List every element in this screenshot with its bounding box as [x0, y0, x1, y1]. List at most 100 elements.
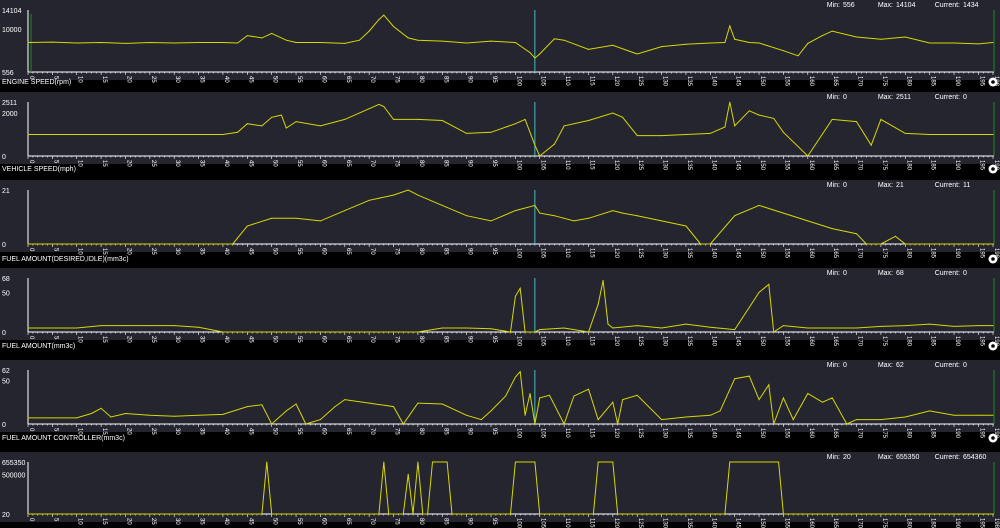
data-point [709, 132, 711, 134]
x-tick-label: 180 [905, 248, 911, 259]
x-tick-label: 55 [296, 160, 302, 167]
gear-icon[interactable] [988, 77, 998, 87]
data-point [271, 331, 273, 333]
y-tick-label: 556 [2, 70, 14, 77]
data-point [622, 116, 624, 118]
data-point [505, 395, 507, 397]
gear-icon[interactable] [988, 164, 998, 174]
data-point [417, 402, 419, 404]
x-tick-label: 20 [125, 160, 131, 167]
data-point [734, 461, 736, 463]
data-point [237, 131, 239, 133]
data-point [280, 114, 282, 116]
data-point [412, 513, 414, 515]
data-point [807, 42, 809, 44]
data-point [490, 220, 492, 222]
x-tick-label: 198 [993, 518, 999, 528]
data-point [992, 243, 994, 245]
y-tick-label: 2511 [2, 100, 17, 107]
data-point [514, 210, 516, 212]
x-tick-label: 30 [174, 160, 180, 167]
data-point [232, 331, 234, 333]
x-tick-label: 95 [491, 428, 497, 435]
x-tick-label: 20 [125, 76, 131, 83]
x-tick-label: 160 [808, 76, 814, 87]
data-point [173, 513, 175, 515]
data-point [792, 419, 794, 421]
x-tick-label: 145 [735, 76, 741, 87]
x-tick-label: 165 [832, 518, 838, 528]
data-point [929, 323, 931, 325]
data-point [929, 243, 931, 245]
x-tick-label: 105 [540, 428, 546, 439]
x-tick-label: 50 [272, 428, 278, 435]
data-point [149, 42, 151, 43]
x-tick-label: 135 [686, 518, 692, 528]
x-tick-label: 95 [491, 336, 497, 343]
x-tick-label: 60 [320, 248, 326, 255]
x-tick-label: 95 [491, 248, 497, 255]
data-point [563, 125, 565, 127]
data-point [173, 415, 175, 417]
data-point [519, 461, 521, 463]
y-tick-label: 0 [2, 330, 6, 337]
stat-max-label: Max: [878, 362, 893, 369]
gear-icon[interactable] [988, 254, 998, 264]
data-point [768, 283, 770, 285]
gear-icon[interactable] [988, 433, 998, 443]
data-point [149, 414, 151, 416]
data-point [539, 329, 541, 331]
data-point [427, 513, 429, 515]
data-point [432, 461, 433, 463]
data-point [612, 210, 614, 212]
x-tick-label: 70 [369, 248, 375, 255]
x-tick-label: 175 [881, 336, 887, 347]
y-tick-label: 10000 [2, 27, 22, 34]
x-tick-label: 170 [857, 518, 863, 528]
x-tick-label: 15 [101, 76, 107, 83]
data-point [807, 220, 809, 222]
data-point [992, 325, 994, 327]
data-point [685, 43, 687, 45]
data-point [422, 513, 424, 515]
x-tick-label: 80 [418, 76, 424, 83]
data-point [782, 325, 784, 327]
x-tick-label: 170 [857, 160, 863, 171]
x-tick-label: 70 [369, 336, 375, 343]
data-point [466, 132, 468, 134]
data-point [807, 155, 809, 157]
stat-max-value: 655350 [896, 454, 919, 461]
data-point [588, 120, 589, 121]
data-point [758, 204, 760, 206]
charts-container: Min: 556 Max: 14104 Current: 1434 14104 10000 55… [0, 0, 1000, 528]
x-tick-label: 40 [223, 336, 229, 343]
stat-max-value: 21 [896, 182, 904, 189]
data-point [831, 327, 833, 329]
data-point [285, 410, 287, 412]
gear-icon[interactable] [988, 341, 998, 351]
x-tick-label: 175 [881, 428, 887, 439]
data-point [636, 215, 638, 217]
chart-panel: Min: 0 Max: 21 Current: 112100 5 10 15 20 25 30 35 40… [0, 180, 1000, 259]
y-tick-label: 500000 [2, 472, 25, 479]
data-point [734, 125, 736, 127]
x-tick-label: 185 [930, 76, 936, 87]
data-point [266, 461, 268, 463]
data-point [592, 513, 594, 515]
x-tick-label: 55 [296, 76, 302, 83]
x-tick-label: 170 [857, 76, 863, 87]
data-point [383, 106, 385, 107]
x-tick-label: 80 [418, 248, 424, 255]
data-point [807, 327, 809, 329]
data-point [977, 414, 979, 416]
data-point [271, 423, 273, 425]
data-point [344, 513, 346, 515]
data-point [758, 42, 760, 44]
stat-min-label: Min: [827, 2, 840, 9]
x-tick-label: 130 [662, 518, 668, 528]
x-tick-label: 15 [101, 248, 107, 255]
x-tick-label: 110 [564, 428, 570, 438]
data-point [173, 134, 175, 135]
data-point [773, 461, 775, 463]
data-point [588, 513, 589, 515]
